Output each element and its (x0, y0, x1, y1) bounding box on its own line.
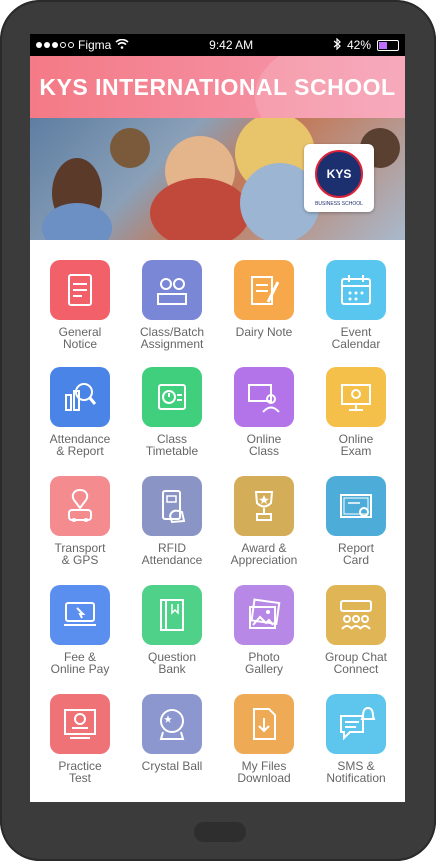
tile-label: Fee & Online Pay (50, 650, 110, 676)
signal-icon (36, 42, 74, 48)
app-screen: Figma 9:42 AM 42% KYS INTERNATIONAL SCHO… (30, 34, 405, 802)
tile-label: General Notice (58, 325, 102, 351)
tile-label: My Files Download (237, 759, 291, 785)
tile-label: RFID Attendance (141, 541, 203, 567)
tile-label: SMS & Notification (326, 759, 386, 785)
tile-online-class[interactable]: Online Class (218, 367, 310, 457)
tile-online-exam[interactable]: Online Exam (310, 367, 402, 457)
tile-attendance-report[interactable]: Attendance & Report (34, 367, 126, 457)
battery-percent: 42% (346, 38, 371, 52)
tile-label: Question Bank (147, 650, 197, 676)
tile-crystal-ball[interactable]: Crystal Ball (126, 694, 218, 772)
report-card-icon (326, 476, 386, 536)
tile-label: Crystal Ball (141, 759, 203, 773)
gallery-icon (234, 585, 294, 645)
sms-icon (326, 694, 386, 754)
tile-practice-test[interactable]: Practice Test (34, 694, 126, 784)
fee-icon (50, 585, 110, 645)
tile-group-chat-connect[interactable]: Group Chat Connect (310, 585, 402, 675)
tile-my-files-download[interactable]: My Files Download (218, 694, 310, 784)
tile-label: Report Card (337, 541, 375, 567)
tile-sms-notification[interactable]: SMS & Notification (310, 694, 402, 784)
exam-icon (326, 367, 386, 427)
tile-label: Award & Appreciation (230, 541, 298, 567)
award-icon (234, 476, 294, 536)
tile-label: Attendance & Report (49, 432, 111, 458)
tile-rfid-attendance[interactable]: RFID Attendance (126, 476, 218, 566)
tile-label: Online Exam (338, 432, 374, 458)
status-time: 9:42 AM (209, 38, 254, 52)
notice-icon (50, 260, 110, 320)
tile-report-card[interactable]: Report Card (310, 476, 402, 566)
page-title: KYS INTERNATIONAL SCHOOL (39, 73, 396, 100)
tile-question-bank[interactable]: Question Bank (126, 585, 218, 675)
crystal-ball-icon (142, 694, 202, 754)
logo-caption: BUSINESS SCHOOL (315, 200, 363, 207)
tile-class-timetable[interactable]: Class Timetable (126, 367, 218, 457)
group-chat-icon (326, 585, 386, 645)
phone-frame: Figma 9:42 AM 42% KYS INTERNATIONAL SCHO… (0, 0, 436, 861)
battery-icon (377, 39, 399, 51)
calendar-icon (326, 260, 386, 320)
rfid-icon (142, 476, 202, 536)
bluetooth-icon (333, 37, 341, 53)
tile-event-calendar[interactable]: Event Calendar (310, 260, 402, 350)
tile-general-notice[interactable]: General Notice (34, 260, 126, 350)
attendance-icon (50, 367, 110, 427)
tile-label: Class/Batch Assignment (139, 325, 205, 351)
tile-dairy-note[interactable]: Dairy Note (218, 260, 310, 338)
tile-transport-gps[interactable]: Transport & GPS (34, 476, 126, 566)
online-class-icon (234, 367, 294, 427)
assignment-icon (142, 260, 202, 320)
tile-label: Dairy Note (235, 325, 293, 339)
timetable-icon (142, 367, 202, 427)
tile-label: Photo Gallery (244, 650, 283, 676)
tile-label: Practice Test (58, 759, 102, 785)
tile-class-batch-assignment[interactable]: Class/Batch Assignment (126, 260, 218, 350)
app-header: KYS INTERNATIONAL SCHOOL (30, 56, 405, 118)
tile-award-appreciation[interactable]: Award & Appreciation (218, 476, 310, 566)
tile-label: Online Class (246, 432, 282, 458)
carrier-label: Figma (78, 38, 112, 52)
question-bank-icon (142, 585, 202, 645)
tile-photo-gallery[interactable]: Photo Gallery (218, 585, 310, 675)
practice-test-icon (50, 694, 110, 754)
transport-icon (50, 476, 110, 536)
logo-initials: KYS (326, 166, 352, 181)
school-logo: KYS BUSINESS SCHOOL (304, 144, 374, 212)
tile-fee-online-pay[interactable]: Fee & Online Pay (34, 585, 126, 675)
download-icon (234, 694, 294, 754)
wifi-icon (115, 38, 129, 52)
tile-label: Transport & GPS (54, 541, 106, 567)
note-icon (234, 260, 294, 320)
tile-label: Group Chat Connect (324, 650, 388, 676)
home-button[interactable] (194, 822, 246, 842)
tile-label: Event Calendar (331, 325, 381, 351)
status-bar: Figma 9:42 AM 42% (30, 34, 405, 56)
tile-label: Class Timetable (145, 432, 199, 458)
